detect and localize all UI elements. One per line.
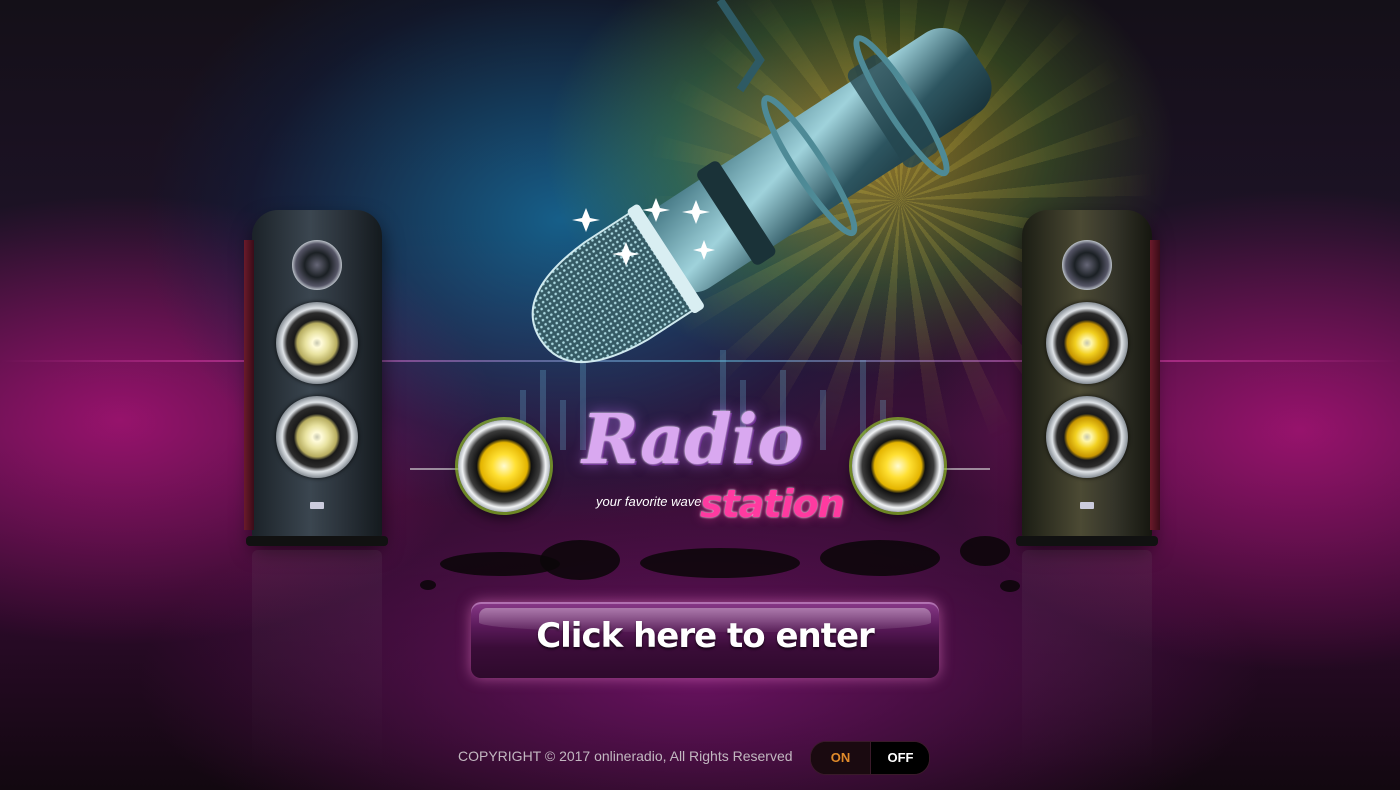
toggle-on-button[interactable]: ON [811, 742, 870, 774]
woofer-icon [276, 396, 358, 478]
logo-speaker-icon [458, 420, 550, 512]
waveform-line [940, 468, 990, 470]
speaker-left-reflection [252, 550, 382, 770]
sound-toggle[interactable]: ON OFF [810, 741, 930, 775]
speaker-left [244, 210, 388, 546]
waveform-line [410, 468, 460, 470]
logo-speaker-icon [852, 420, 944, 512]
woofer-icon [276, 302, 358, 384]
speaker-right [1016, 210, 1160, 546]
logo-title: Radio [582, 400, 803, 480]
copyright-text: COPYRIGHT © 2017 onlineradio, All Rights… [458, 748, 793, 764]
tweeter-icon [292, 240, 342, 290]
logo-station: station [700, 482, 845, 526]
tweeter-icon [1062, 240, 1112, 290]
logo-tagline: your favorite wave [596, 494, 702, 509]
woofer-icon [1046, 396, 1128, 478]
background-stage: Radio your favorite wave station Click h… [0, 0, 1400, 790]
woofer-icon [1046, 302, 1128, 384]
radio-station-logo: Radio your favorite wave station [410, 400, 990, 550]
speaker-right-reflection [1022, 550, 1152, 770]
enter-button-label: Click here to enter [536, 616, 875, 656]
enter-button[interactable]: Click here to enter [471, 602, 939, 678]
toggle-off-button[interactable]: OFF [870, 742, 929, 774]
